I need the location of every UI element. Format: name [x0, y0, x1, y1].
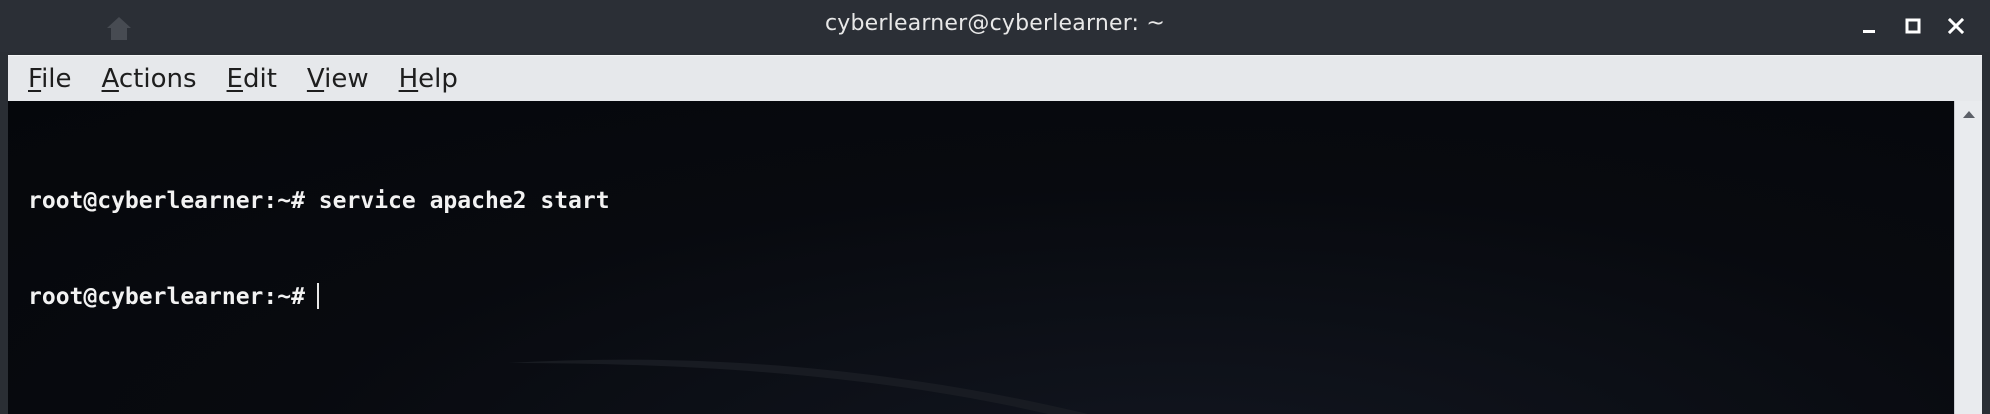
menu-actions-mnemonic: A: [101, 63, 119, 94]
title-bar[interactable]: cyberlearner@cyberlearner: ~: [0, 0, 1990, 52]
menu-help[interactable]: Help: [399, 66, 458, 92]
terminal-output-area[interactable]: root@cyberlearner:~# service apache2 sta…: [8, 101, 1954, 414]
menu-edit[interactable]: Edit: [227, 66, 277, 92]
terminal-command: service apache2 start: [304, 188, 610, 214]
terminal-window: cyberlearner@cyberlearner: ~ File Action…: [0, 0, 1990, 414]
menu-actions[interactable]: Actions: [102, 66, 197, 92]
terminal-line: root@cyberlearner:~#: [28, 281, 610, 313]
menu-file[interactable]: File: [28, 66, 72, 92]
menu-edit-mnemonic: E: [226, 63, 243, 94]
window-title: cyberlearner@cyberlearner: ~: [825, 11, 1165, 36]
arrow-up-icon: [1962, 111, 1975, 118]
minimize-icon: [1863, 30, 1875, 33]
maximize-button[interactable]: [1899, 12, 1927, 40]
menu-file-mnemonic: F: [28, 63, 42, 94]
terminal-line: root@cyberlearner:~# service apache2 sta…: [28, 185, 610, 217]
menu-bar: File Actions Edit View Help: [8, 55, 1982, 101]
minimize-button[interactable]: [1855, 12, 1883, 40]
menu-edit-label: dit: [242, 63, 277, 94]
scroll-up-button[interactable]: [1955, 101, 1982, 127]
text-cursor: [316, 283, 319, 309]
menu-view-label: iew: [324, 63, 369, 94]
menu-view-mnemonic: V: [306, 63, 325, 94]
terminal-lines: root@cyberlearner:~# service apache2 sta…: [28, 121, 610, 377]
menu-help-label: elp: [418, 63, 458, 94]
terminal-prompt: root@cyberlearner:~#: [28, 188, 305, 214]
terminal-prompt: root@cyberlearner:~#: [28, 284, 305, 310]
window-border: [1982, 52, 1990, 414]
vertical-scrollbar[interactable]: [1954, 101, 1982, 414]
menu-view[interactable]: View: [307, 66, 369, 92]
menu-file-label: ile: [41, 63, 72, 94]
close-icon: [1948, 18, 1964, 34]
menu-actions-label: ctions: [118, 63, 197, 94]
maximize-icon: [1905, 18, 1921, 34]
menu-help-mnemonic: H: [398, 63, 419, 94]
close-button[interactable]: [1942, 12, 1970, 40]
